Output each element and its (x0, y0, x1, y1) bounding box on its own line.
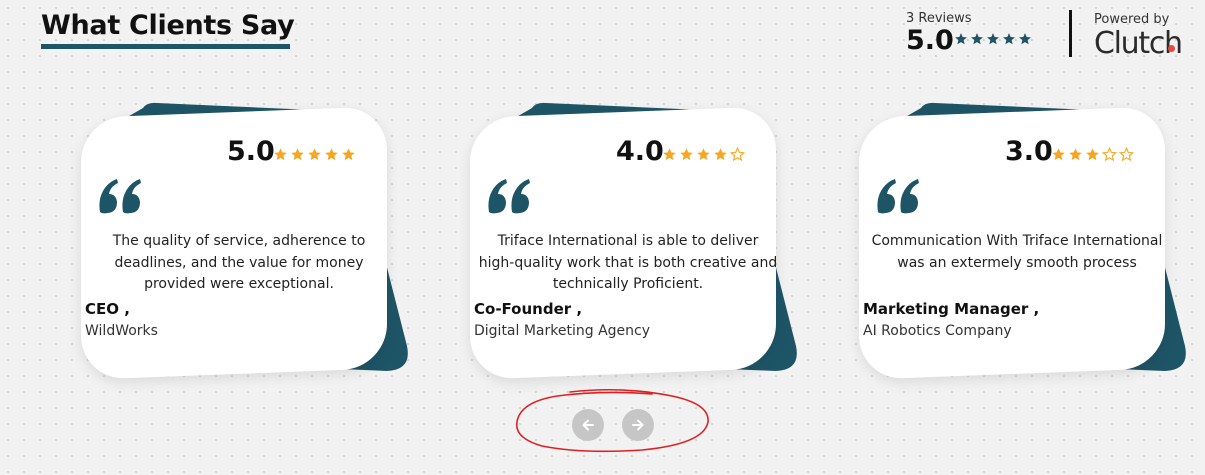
card-stars (1051, 147, 1134, 162)
card-score: 3.0 (1005, 136, 1053, 167)
annotation-circle (515, 388, 709, 453)
testimonial-card: 4.0 Triface International is able to del… (470, 100, 834, 385)
star-filled-icon (987, 33, 999, 45)
testimonial-text: Triface International is able to deliver… (478, 233, 778, 292)
star-filled-icon (663, 148, 676, 161)
prev-button[interactable] (572, 409, 604, 441)
star-filled-icon (308, 148, 321, 161)
overall-score: 5.0 (906, 25, 954, 56)
card-score: 4.0 (616, 136, 664, 167)
star-filled-icon (342, 148, 355, 161)
star-filled-icon (1019, 33, 1031, 45)
quote-icon (488, 179, 530, 214)
clutch-rating-summary[interactable]: 3 Reviews 5.0 (906, 11, 1056, 59)
clutch-logo-dot (1168, 45, 1175, 52)
star-filled-icon (1069, 148, 1082, 161)
star-filled-icon (714, 148, 727, 161)
star-filled-icon (1086, 148, 1099, 161)
testimonial-text: The quality of service, adherence to dea… (112, 233, 366, 292)
star-filled-icon (971, 33, 983, 45)
testimonial-card: 5.0 The quality of service, adherence to… (81, 100, 445, 385)
quote-icon (877, 179, 919, 214)
section-title: What Clients Say (41, 10, 295, 41)
section-title-underline (41, 44, 290, 49)
reviewer-company: AI Robotics Company (863, 323, 1012, 339)
next-button[interactable] (622, 409, 654, 441)
star-filled-icon (697, 148, 710, 161)
star-filled-icon (274, 148, 287, 161)
star-empty-icon (730, 147, 745, 162)
star-filled-icon (291, 148, 304, 161)
star-empty-icon (1119, 147, 1134, 162)
reviews-count: 3 Reviews (906, 11, 972, 26)
reviewer-role: Co-Founder , (474, 300, 583, 318)
star-filled-icon (1052, 148, 1065, 161)
reviewer-company: Digital Marketing Agency (474, 323, 651, 339)
star-filled-icon (955, 33, 967, 45)
reviewer-role: Marketing Manager , (863, 300, 1040, 318)
clutch-logo[interactable]: Clutch (1094, 26, 1183, 61)
clutch-divider (1069, 10, 1072, 57)
star-empty-icon (1102, 147, 1117, 162)
card-stars (662, 147, 745, 162)
star-filled-icon (1003, 33, 1015, 45)
testimonial-text: Communication With Triface International… (871, 233, 1163, 271)
reviewer-company: WildWorks (85, 323, 158, 339)
testimonial-card: 3.0 Communication With Triface Internati… (859, 100, 1205, 385)
arrow-right-icon (632, 419, 644, 431)
star-filled-icon (325, 148, 338, 161)
star-filled-icon (680, 148, 693, 161)
card-score: 5.0 (227, 136, 275, 167)
card-stars (273, 147, 356, 162)
quote-icon (99, 179, 141, 214)
reviewer-role: CEO , (85, 300, 130, 318)
overall-stars (954, 32, 1032, 46)
arrow-left-icon (582, 419, 594, 431)
powered-by-label: Powered by (1094, 12, 1170, 27)
clutch-logo-text: Clutch (1094, 26, 1183, 61)
